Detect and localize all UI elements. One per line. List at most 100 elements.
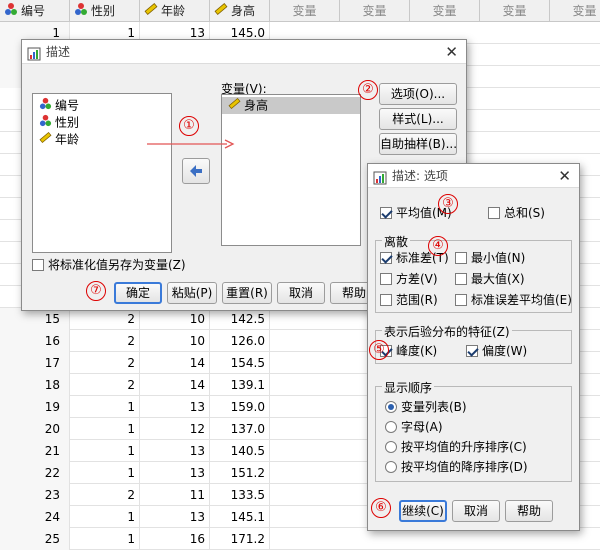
table-cell[interactable]: 13 (140, 440, 210, 462)
dispersion-title: 离散 (382, 233, 411, 250)
table-cell[interactable]: 17 (0, 352, 70, 374)
table-cell[interactable]: 140.5 (210, 440, 270, 462)
order-variable-list-radio[interactable]: 变量列表(B) (385, 400, 467, 414)
table-cell[interactable]: 13 (140, 506, 210, 528)
table-cell[interactable]: 11 (140, 484, 210, 506)
se-mean-checkbox[interactable]: 标准误差平均值(E) (455, 293, 572, 307)
table-cell[interactable]: 2 (70, 484, 140, 506)
callout-1: ① (179, 116, 199, 136)
table-cell[interactable]: 15 (0, 308, 70, 330)
checkbox-box[interactable] (380, 207, 392, 219)
radio-button[interactable] (385, 461, 397, 473)
table-cell[interactable]: 18 (0, 374, 70, 396)
column-header-empty[interactable]: 变量 (340, 0, 410, 22)
table-cell[interactable]: 137.0 (210, 418, 270, 440)
table-cell[interactable]: 159.0 (210, 396, 270, 418)
table-cell[interactable]: 23 (0, 484, 70, 506)
order-descending-radio[interactable]: 按平均值的降序排序(D) (385, 460, 528, 474)
table-cell[interactable]: 154.5 (210, 352, 270, 374)
reset-button[interactable]: 重置(R) (222, 282, 272, 304)
column-header-empty[interactable]: 变量 (550, 0, 600, 22)
table-cell[interactable]: 24 (0, 506, 70, 528)
continue-button[interactable]: 继续(C) (399, 500, 447, 522)
checkbox-box[interactable] (455, 273, 467, 285)
list-item[interactable]: 编号 (33, 97, 171, 114)
options-help-button[interactable]: 帮助 (505, 500, 553, 522)
list-item[interactable]: 身高 (222, 97, 360, 114)
table-cell[interactable]: 12 (140, 418, 210, 440)
radio-button[interactable] (385, 441, 397, 453)
table-cell[interactable]: 2 (70, 308, 140, 330)
callout-2: ② (358, 80, 378, 100)
order-alphabetic-radio[interactable]: 字母(A) (385, 420, 443, 434)
table-cell[interactable]: 2 (70, 374, 140, 396)
table-cell[interactable]: 16 (0, 330, 70, 352)
variance-checkbox[interactable]: 方差(V) (380, 272, 438, 286)
table-cell[interactable]: 145.1 (210, 506, 270, 528)
list-item[interactable]: 性别 (33, 114, 171, 131)
column-header-gender[interactable]: 性别 (70, 0, 140, 22)
checkbox-box[interactable] (455, 294, 467, 306)
checkbox-box[interactable] (380, 273, 392, 285)
close-icon[interactable]: ✕ (445, 40, 458, 64)
table-cell[interactable]: 13 (140, 462, 210, 484)
ok-button[interactable]: 确定 (114, 282, 162, 304)
table-cell[interactable]: 13 (140, 396, 210, 418)
table-cell[interactable]: 1 (70, 396, 140, 418)
close-icon[interactable]: ✕ (558, 164, 571, 188)
column-header-id[interactable]: 编号 (0, 0, 70, 22)
order-ascending-radio[interactable]: 按平均值的升序排序(C) (385, 440, 527, 454)
table-cell[interactable]: 133.5 (210, 484, 270, 506)
skewness-checkbox[interactable]: 偏度(W) (466, 344, 527, 358)
min-checkbox[interactable]: 最小值(N) (455, 251, 525, 265)
table-cell[interactable]: 1 (70, 462, 140, 484)
save-standardized-checkbox[interactable]: 将标准化值另存为变量(Z) (32, 258, 186, 272)
table-cell[interactable]: 10 (140, 330, 210, 352)
table-cell[interactable]: 1 (70, 440, 140, 462)
table-cell[interactable]: 171.2 (210, 528, 270, 550)
column-header-empty[interactable]: 变量 (270, 0, 340, 22)
checkbox-box[interactable] (488, 207, 500, 219)
table-cell[interactable]: 1 (70, 418, 140, 440)
table-cell[interactable]: 10 (140, 308, 210, 330)
table-cell[interactable]: 2 (70, 330, 140, 352)
table-cell[interactable]: 22 (0, 462, 70, 484)
paste-button[interactable]: 粘贴(P) (167, 282, 217, 304)
table-cell[interactable]: 20 (0, 418, 70, 440)
checkbox-box[interactable] (466, 345, 478, 357)
bootstrap-button[interactable]: 自助抽样(B)... (379, 133, 457, 155)
checkbox-box[interactable] (455, 252, 467, 264)
table-cell[interactable]: 1 (70, 528, 140, 550)
checkbox-box[interactable] (380, 252, 392, 264)
style-button[interactable]: 样式(L)... (379, 108, 457, 130)
column-header-empty[interactable]: 变量 (410, 0, 480, 22)
range-checkbox[interactable]: 范围(R) (380, 293, 438, 307)
radio-button[interactable] (385, 421, 397, 433)
table-cell[interactable]: 142.5 (210, 308, 270, 330)
column-header-height[interactable]: 身高 (210, 0, 270, 22)
target-variable-list[interactable]: 身高 (221, 94, 361, 246)
table-cell[interactable]: 25 (0, 528, 70, 550)
table-cell[interactable]: 151.2 (210, 462, 270, 484)
column-header-age[interactable]: 年龄 (140, 0, 210, 22)
table-cell[interactable]: 14 (140, 352, 210, 374)
table-cell[interactable]: 126.0 (210, 330, 270, 352)
sum-checkbox[interactable]: 总和(S) (488, 206, 545, 220)
options-cancel-button[interactable]: 取消 (452, 500, 500, 522)
options-button[interactable]: 选项(O)... (379, 83, 457, 105)
checkbox-box[interactable] (32, 259, 44, 271)
column-header-empty[interactable]: 变量 (480, 0, 550, 22)
table-cell[interactable]: 16 (140, 528, 210, 550)
table-cell[interactable]: 14 (140, 374, 210, 396)
table-cell[interactable]: 139.1 (210, 374, 270, 396)
source-variable-list[interactable]: 编号 性别 年龄 (32, 93, 172, 253)
checkbox-box[interactable] (380, 294, 392, 306)
radio-button[interactable] (385, 401, 397, 413)
table-cell[interactable]: 21 (0, 440, 70, 462)
table-cell[interactable]: 19 (0, 396, 70, 418)
max-checkbox[interactable]: 最大值(X) (455, 272, 525, 286)
move-variable-button[interactable] (182, 158, 210, 184)
cancel-button[interactable]: 取消 (277, 282, 325, 304)
table-cell[interactable]: 2 (70, 352, 140, 374)
table-cell[interactable]: 1 (70, 506, 140, 528)
